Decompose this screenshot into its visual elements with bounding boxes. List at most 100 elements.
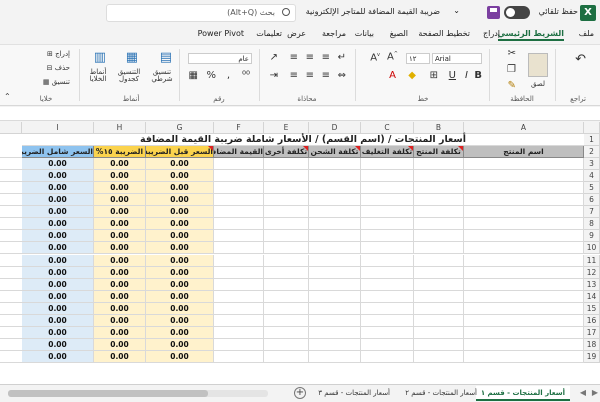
align-top-icon[interactable]: ≡: [322, 53, 330, 63]
cell-f3[interactable]: [214, 158, 264, 171]
row-header-4[interactable]: 4: [584, 170, 600, 183]
value-cell-h18[interactable]: 0.00: [94, 338, 146, 351]
value-cell-i16[interactable]: 0.00: [22, 314, 94, 327]
header-cell-g[interactable]: السعر قبل الضريبة: [146, 146, 214, 159]
cell-b12[interactable]: [414, 266, 464, 279]
cell-e15[interactable]: [264, 302, 309, 315]
value-cell-i12[interactable]: 0.00: [22, 266, 94, 279]
cell-c15[interactable]: [361, 302, 414, 315]
cell-c18[interactable]: [361, 338, 414, 351]
tab-review[interactable]: مراجعة: [322, 29, 346, 38]
cell-b10[interactable]: [414, 242, 464, 255]
font-name-box[interactable]: Arial: [432, 53, 482, 64]
value-cell-g7[interactable]: 0.00: [146, 206, 214, 219]
sheet-tab-2[interactable]: أسعار المنتجات - قسم ٢: [400, 386, 482, 401]
value-cell-i3[interactable]: 0.00: [22, 158, 94, 171]
cell-a6[interactable]: [464, 194, 584, 207]
cell-c17[interactable]: [361, 326, 414, 339]
cell-b19[interactable]: [414, 350, 464, 363]
column-header-c[interactable]: C: [361, 122, 414, 134]
cell-b15[interactable]: [414, 302, 464, 315]
cell-a19[interactable]: [464, 350, 584, 363]
row-header-14[interactable]: 14: [584, 290, 600, 303]
value-cell-i14[interactable]: 0.00: [22, 290, 94, 303]
conditional-formatting-label[interactable]: تنسيق شرطي: [148, 69, 176, 83]
cell-a9[interactable]: [464, 230, 584, 243]
value-cell-h4[interactable]: 0.00: [94, 170, 146, 183]
cell-c3[interactable]: [361, 158, 414, 171]
cell-e11[interactable]: [264, 254, 309, 267]
value-cell-g11[interactable]: 0.00: [146, 254, 214, 267]
tab-file[interactable]: ملف: [579, 29, 594, 38]
cell-a5[interactable]: [464, 182, 584, 195]
decimal-icon[interactable]: ⁰⁰: [242, 71, 250, 81]
cell-d17[interactable]: [309, 326, 361, 339]
cell-e13[interactable]: [264, 278, 309, 291]
tab-home[interactable]: الشريط الرئيسي: [497, 29, 565, 41]
value-cell-h7[interactable]: 0.00: [94, 206, 146, 219]
row-header-13[interactable]: 13: [584, 278, 600, 291]
next-sheet-icon[interactable]: ▶: [592, 388, 598, 397]
cell-styles-label[interactable]: أنماط الخلايا: [86, 69, 110, 83]
underline-icon[interactable]: U: [449, 71, 456, 81]
value-cell-g17[interactable]: 0.00: [146, 326, 214, 339]
column-header-g[interactable]: G: [146, 122, 214, 134]
cell-f16[interactable]: [214, 314, 264, 327]
header-cell-a[interactable]: اسم المنتج: [464, 146, 584, 159]
cell-e8[interactable]: [264, 218, 309, 231]
header-cell-d[interactable]: تكلفة الشحن: [309, 146, 361, 159]
cell-f13[interactable]: [214, 278, 264, 291]
row-header-2[interactable]: 2: [584, 146, 600, 159]
header-cell-f[interactable]: القيمة المضافة: [214, 146, 264, 159]
header-cell-h[interactable]: الضريبة ١٥%: [94, 146, 146, 159]
chevron-down-icon[interactable]: ⌄: [453, 6, 460, 15]
formula-bar[interactable]: [0, 107, 600, 121]
cell-d10[interactable]: [309, 242, 361, 255]
cell-f19[interactable]: [214, 350, 264, 363]
cell-d16[interactable]: [309, 314, 361, 327]
cell-d13[interactable]: [309, 278, 361, 291]
cell-b6[interactable]: [414, 194, 464, 207]
cell-b11[interactable]: [414, 254, 464, 267]
cell-c14[interactable]: [361, 290, 414, 303]
cell-e12[interactable]: [264, 266, 309, 279]
value-cell-g10[interactable]: 0.00: [146, 242, 214, 255]
cell-a8[interactable]: [464, 218, 584, 231]
align-left-icon[interactable]: ≡: [290, 71, 298, 81]
cell-a13[interactable]: [464, 278, 584, 291]
cell-d18[interactable]: [309, 338, 361, 351]
value-cell-g9[interactable]: 0.00: [146, 230, 214, 243]
cell-a17[interactable]: [464, 326, 584, 339]
cell-d15[interactable]: [309, 302, 361, 315]
header-cell-b[interactable]: تكلفة المنتج: [414, 146, 464, 159]
font-size-box[interactable]: ١٢: [406, 53, 430, 64]
cell-a18[interactable]: [464, 338, 584, 351]
align-middle-icon[interactable]: ≡: [306, 53, 314, 63]
value-cell-h5[interactable]: 0.00: [94, 182, 146, 195]
copy-icon[interactable]: ❐: [507, 65, 516, 75]
italic-icon[interactable]: I: [465, 71, 468, 81]
row-header-15[interactable]: 15: [584, 302, 600, 315]
cell-e6[interactable]: [264, 194, 309, 207]
cell-f9[interactable]: [214, 230, 264, 243]
cell-d12[interactable]: [309, 266, 361, 279]
value-cell-g18[interactable]: 0.00: [146, 338, 214, 351]
align-bottom-icon[interactable]: ≡: [290, 53, 298, 63]
tab-view[interactable]: عرض: [287, 29, 306, 38]
cell-e7[interactable]: [264, 206, 309, 219]
tab-help[interactable]: تعليمات: [256, 29, 282, 38]
value-cell-i10[interactable]: 0.00: [22, 242, 94, 255]
value-cell-g16[interactable]: 0.00: [146, 314, 214, 327]
value-cell-i17[interactable]: 0.00: [22, 326, 94, 339]
value-cell-i18[interactable]: 0.00: [22, 338, 94, 351]
cell-d6[interactable]: [309, 194, 361, 207]
value-cell-i9[interactable]: 0.00: [22, 230, 94, 243]
cell-c5[interactable]: [361, 182, 414, 195]
value-cell-h12[interactable]: 0.00: [94, 266, 146, 279]
cell-b5[interactable]: [414, 182, 464, 195]
value-cell-g5[interactable]: 0.00: [146, 182, 214, 195]
cell-b8[interactable]: [414, 218, 464, 231]
sheet-tab-3[interactable]: أسعار المنتجات - قسم ٣: [313, 386, 395, 401]
tab-formulas[interactable]: الصيغ: [390, 29, 408, 38]
undo-icon[interactable]: ↶: [575, 53, 586, 66]
